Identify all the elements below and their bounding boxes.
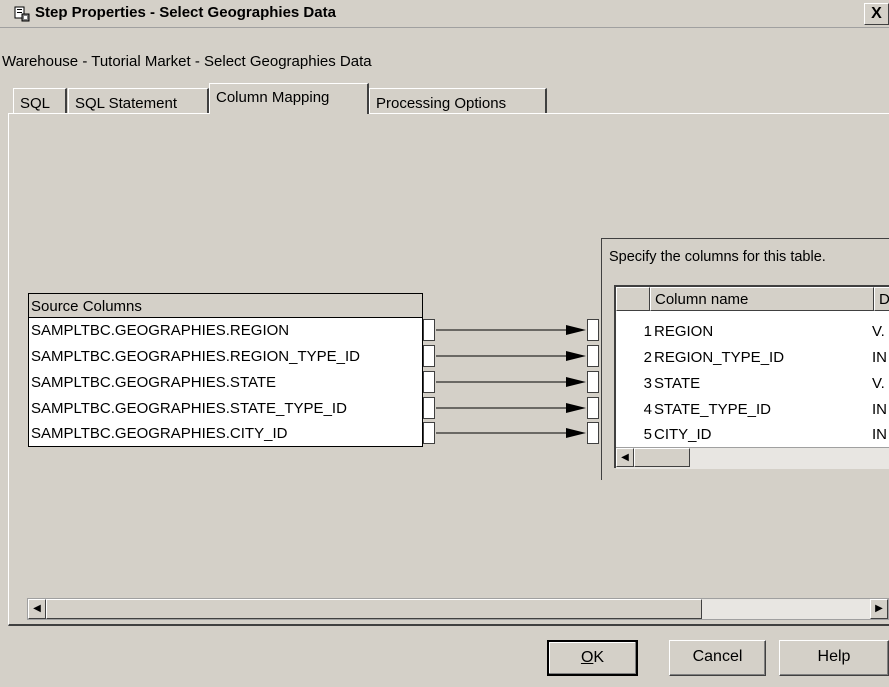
column-name-cell[interactable]: STATE_TYPE_ID bbox=[654, 397, 771, 423]
column-name-header[interactable]: Column name bbox=[650, 287, 874, 311]
table-row[interactable]: 3 STATE V. bbox=[616, 371, 889, 397]
row-number: 3 bbox=[643, 375, 652, 392]
table-row[interactable]: 5 CITY_ID IN bbox=[616, 422, 889, 448]
row-header-corner bbox=[616, 287, 650, 311]
grid-horizontal-scrollbar[interactable]: ◀ bbox=[616, 447, 889, 469]
source-column-item[interactable]: SAMPLTBC.GEOGRAPHIES.REGION_TYPE_ID bbox=[31, 344, 360, 370]
scroll-thumb[interactable] bbox=[46, 599, 702, 619]
target-columns-box: Specify the columns for this table. Colu… bbox=[601, 238, 889, 480]
ok-button[interactable]: OK bbox=[547, 640, 638, 676]
target-connector[interactable] bbox=[587, 397, 599, 419]
mapping-line-4 bbox=[436, 403, 586, 413]
source-connector[interactable] bbox=[423, 345, 435, 367]
cancel-label: Cancel bbox=[692, 648, 743, 665]
row-number: 1 bbox=[643, 323, 652, 340]
data-type-cell[interactable]: IN bbox=[872, 345, 887, 371]
scroll-thumb[interactable] bbox=[634, 448, 690, 467]
help-button[interactable]: Help bbox=[779, 640, 889, 676]
table-row[interactable]: 2 REGION_TYPE_ID IN bbox=[616, 345, 889, 371]
data-type-cell[interactable]: V. bbox=[872, 319, 885, 345]
data-type-cell[interactable]: V. bbox=[872, 371, 885, 397]
column-name-cell[interactable]: REGION bbox=[654, 319, 713, 345]
tab-label: Column Mapping bbox=[216, 89, 330, 106]
target-caption: Specify the columns for this table. bbox=[609, 249, 826, 265]
source-columns-header: Source Columns bbox=[29, 294, 422, 318]
target-columns-grid: Column name D 1 REGION V. 2 REGION_TYPE_… bbox=[614, 285, 889, 469]
panel-horizontal-scrollbar[interactable]: ◀ ▶ bbox=[27, 598, 889, 620]
target-connector[interactable] bbox=[587, 345, 599, 367]
source-column-item[interactable]: SAMPLTBC.GEOGRAPHIES.STATE_TYPE_ID bbox=[31, 396, 347, 422]
target-connector[interactable] bbox=[587, 422, 599, 444]
source-column-item[interactable]: SAMPLTBC.GEOGRAPHIES.CITY_ID bbox=[31, 421, 287, 447]
column-name-cell[interactable]: STATE bbox=[654, 371, 700, 397]
cancel-button[interactable]: Cancel bbox=[669, 640, 766, 676]
mapping-line-1 bbox=[436, 325, 586, 335]
row-number: 5 bbox=[643, 426, 652, 443]
column-name-cell[interactable]: CITY_ID bbox=[654, 422, 712, 448]
source-connector[interactable] bbox=[423, 371, 435, 393]
data-type-cell[interactable]: IN bbox=[872, 397, 887, 423]
mapping-line-5 bbox=[436, 428, 586, 438]
table-row[interactable]: 1 REGION V. bbox=[616, 319, 889, 345]
row-number: 2 bbox=[643, 349, 652, 366]
row-number: 4 bbox=[643, 401, 652, 418]
ok-label-rest: K bbox=[593, 649, 605, 666]
source-connector[interactable] bbox=[423, 319, 435, 341]
target-connector[interactable] bbox=[587, 319, 599, 341]
source-columns-box: Source Columns SAMPLTBC.GEOGRAPHIES.REGI… bbox=[28, 293, 423, 447]
ok-mnemonic: O bbox=[580, 649, 594, 666]
source-column-item[interactable]: SAMPLTBC.GEOGRAPHIES.STATE bbox=[31, 370, 276, 396]
scroll-right-icon[interactable]: ▶ bbox=[870, 599, 888, 619]
scroll-left-icon[interactable]: ◀ bbox=[616, 448, 634, 467]
help-label: Help bbox=[817, 648, 851, 665]
mapping-line-2 bbox=[436, 351, 586, 361]
column-name-cell[interactable]: REGION_TYPE_ID bbox=[654, 345, 784, 371]
scroll-left-icon[interactable]: ◀ bbox=[28, 599, 46, 619]
source-column-item[interactable]: SAMPLTBC.GEOGRAPHIES.REGION bbox=[31, 318, 289, 344]
mapping-line-3 bbox=[436, 377, 586, 387]
source-connector[interactable] bbox=[423, 422, 435, 444]
source-connector[interactable] bbox=[423, 397, 435, 419]
table-row[interactable]: 4 STATE_TYPE_ID IN bbox=[616, 397, 889, 423]
data-type-header[interactable]: D bbox=[874, 287, 889, 311]
data-type-cell[interactable]: IN bbox=[872, 422, 887, 448]
target-connector[interactable] bbox=[587, 371, 599, 393]
tab-column-mapping[interactable]: Column Mapping bbox=[209, 83, 369, 114]
